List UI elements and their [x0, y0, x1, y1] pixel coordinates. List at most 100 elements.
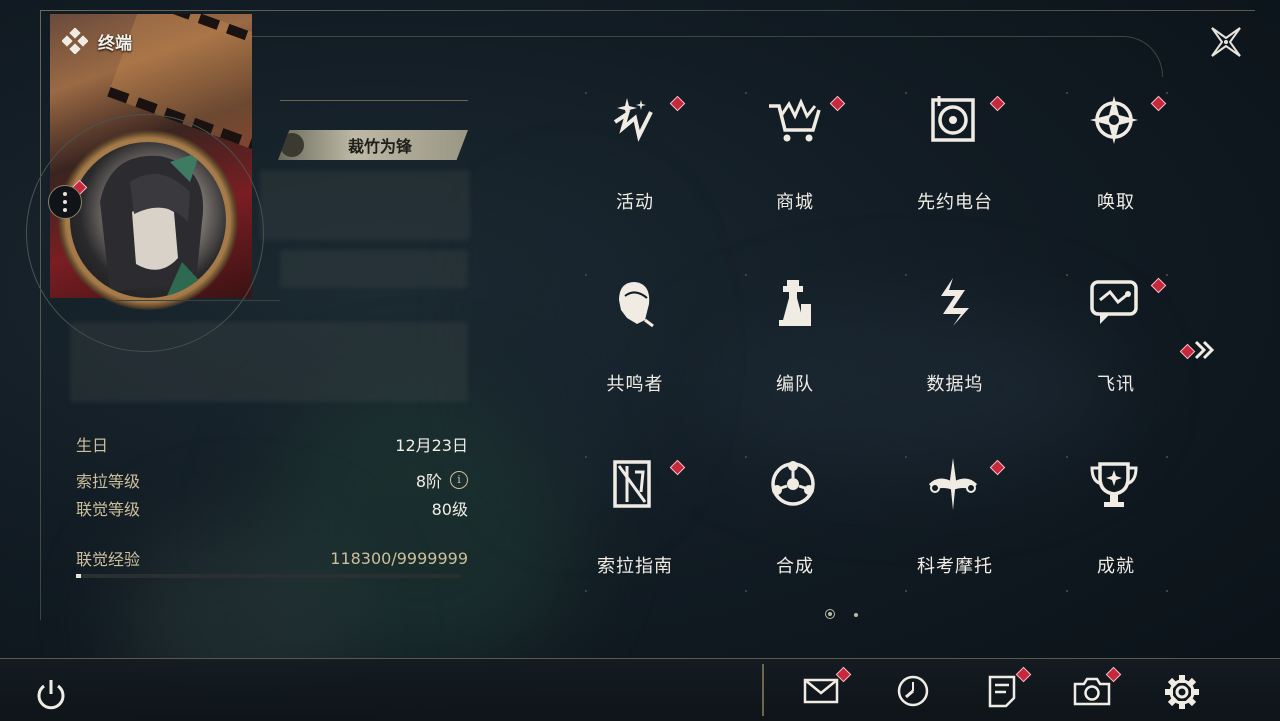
menu-item-label: 唤取 — [1097, 192, 1135, 213]
page-dot-active[interactable] — [825, 609, 835, 619]
mail-button[interactable] — [802, 672, 842, 712]
menu-item-shop-cart[interactable]: 商城 — [725, 80, 865, 220]
grid-marker — [1166, 590, 1168, 592]
chat-bubble-icon — [1090, 280, 1138, 324]
name-plate-emblem-icon — [280, 133, 304, 157]
player-stats: 生日 12月23日 索拉等级 8阶 i 联觉等级 80级 联觉经验 118300… — [76, 430, 468, 578]
menu-item-data-dock[interactable]: 数据坞 — [885, 262, 1025, 402]
frame-line-top — [40, 10, 1255, 11]
stat-row-union-exp: 联觉经验 118300/9999999 — [76, 544, 468, 572]
grid-marker — [745, 590, 747, 592]
settings-button[interactable] — [1162, 672, 1202, 716]
page-dot[interactable] — [854, 613, 858, 617]
stat-row-union-level: 联觉等级 80级 — [76, 494, 468, 522]
profile-options-button[interactable] — [48, 185, 82, 219]
grid-marker — [1166, 92, 1168, 94]
mail-icon — [803, 678, 839, 704]
grid-marker — [905, 92, 907, 94]
clock-button[interactable] — [894, 672, 932, 714]
menu-item-synthesis[interactable]: 合成 — [725, 444, 865, 584]
player-name-plate[interactable]: 裁竹为锋 — [278, 130, 468, 160]
stat-row-birthday: 生日 12月23日 — [76, 430, 468, 458]
menu-item-label: 数据坞 — [926, 374, 984, 395]
menu-item-label: 成就 — [1097, 556, 1135, 577]
divider — [116, 300, 280, 301]
menu-item-radio[interactable]: 先约电台 — [885, 80, 1025, 220]
motorbike-icon — [929, 458, 977, 510]
power-button[interactable] — [32, 676, 70, 718]
stat-label: 生日 — [76, 436, 109, 455]
more-vertical-icon — [63, 190, 67, 214]
stat-label: 联觉经验 — [76, 550, 141, 569]
compass-star-icon — [1090, 96, 1138, 144]
info-icon[interactable]: i — [450, 471, 468, 489]
grid-marker — [1166, 456, 1168, 458]
grid-marker — [1066, 92, 1068, 94]
menu-item-compass-star[interactable]: 唤取 — [1046, 80, 1186, 220]
settings-gear-icon — [1165, 675, 1199, 709]
menu-item-label: 编队 — [776, 374, 814, 395]
frame-curve — [250, 36, 1163, 77]
close-button[interactable] — [1206, 22, 1246, 62]
menu-item-guidebook[interactable]: 索拉指南 — [565, 444, 705, 584]
camera-button[interactable] — [1072, 672, 1112, 714]
grid-marker — [585, 590, 587, 592]
data-dock-icon — [941, 278, 969, 326]
menu-item-label: 合成 — [776, 556, 814, 577]
radio-icon — [931, 96, 975, 142]
event-icon — [613, 98, 653, 142]
menu-item-motorbike[interactable]: 科考摩托 — [885, 444, 1025, 584]
menu-item-label: 飞讯 — [1097, 374, 1135, 395]
player-name: 裁竹为锋 — [347, 137, 412, 156]
shop-cart-icon — [769, 98, 821, 142]
menu-item-chess-piece[interactable]: 编队 — [725, 262, 865, 402]
grid-marker — [585, 456, 587, 458]
menu-item-label: 先约电台 — [917, 192, 993, 213]
menu-item-event[interactable]: 活动 — [565, 80, 705, 220]
grid-marker — [585, 92, 587, 94]
grid-marker — [745, 274, 747, 276]
synthesis-icon — [771, 461, 815, 506]
blurred-info-panel — [280, 250, 468, 288]
experience-progress-bar — [76, 574, 460, 578]
divider — [280, 100, 468, 101]
notes-button[interactable] — [984, 672, 1020, 714]
grid-marker — [1066, 590, 1068, 592]
guidebook-icon — [613, 460, 651, 508]
menu-item-character-head[interactable]: 共鸣者 — [565, 262, 705, 402]
page-header: 终端 — [62, 28, 132, 54]
grid-marker — [1066, 456, 1068, 458]
clock-icon — [897, 675, 929, 707]
page-title: 终端 — [98, 33, 132, 54]
stat-label: 索拉等级 — [76, 472, 141, 491]
frame-line-left — [40, 10, 41, 620]
stat-value: 8阶 — [415, 472, 442, 491]
avatar[interactable] — [48, 120, 248, 320]
experience-progress-fill — [76, 574, 81, 578]
page-indicator — [825, 609, 858, 619]
grid-marker — [1166, 274, 1168, 276]
menu-item-label: 共鸣者 — [606, 374, 664, 395]
stat-value: 118300/9999999 — [330, 548, 468, 568]
stat-label: 联觉等级 — [76, 500, 141, 519]
character-head-icon — [619, 282, 654, 328]
stat-row-sola-level: 索拉等级 8阶 i — [76, 466, 468, 494]
notes-icon — [988, 675, 1016, 708]
menu-item-label: 索拉指南 — [597, 556, 673, 577]
close-icon — [1211, 27, 1241, 57]
menu-item-label: 活动 — [616, 192, 654, 213]
avatar-portrait — [70, 142, 226, 298]
grid-marker — [905, 274, 907, 276]
camera-icon — [1073, 677, 1111, 706]
grid-marker — [745, 456, 747, 458]
grid-marker — [585, 274, 587, 276]
blurred-info-panel — [260, 170, 470, 240]
menu-item-trophy[interactable]: 成就 — [1046, 444, 1186, 584]
grid-marker — [905, 590, 907, 592]
grid-marker — [745, 92, 747, 94]
menu-item-label: 商城 — [776, 192, 814, 213]
chess-piece-icon — [779, 280, 811, 326]
menu-item-chat-bubble[interactable]: 飞讯 — [1046, 262, 1186, 402]
blurred-signature-panel — [70, 322, 468, 402]
stat-value-wrap: 8阶 i — [416, 468, 468, 492]
